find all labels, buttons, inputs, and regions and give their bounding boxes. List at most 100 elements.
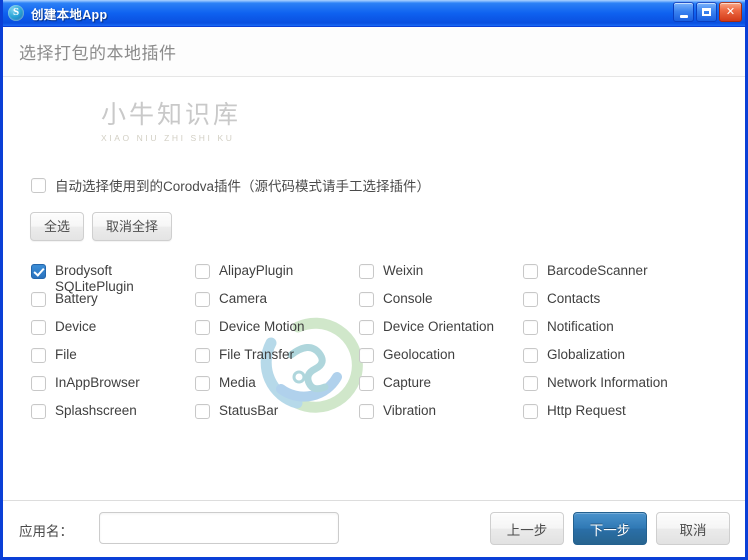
select-all-button[interactable]: 全选	[30, 212, 85, 241]
app-name-input[interactable]	[99, 512, 339, 544]
plugin-label: Weixin	[383, 263, 424, 278]
plugin-checkbox[interactable]	[359, 376, 374, 391]
plugin-item[interactable]: Vibration	[359, 403, 436, 419]
plugin-checkbox[interactable]	[31, 376, 46, 391]
page-title: 选择打包的本地插件	[19, 44, 177, 63]
plugin-checkbox[interactable]	[523, 320, 538, 335]
window-title: 创建本地App	[31, 7, 108, 22]
plugin-checkbox[interactable]	[195, 292, 210, 307]
selection-actions: 全选 取消全择	[30, 212, 173, 241]
plugin-item[interactable]: Device Motion	[195, 319, 305, 335]
plugin-item[interactable]: Splashscreen	[31, 403, 137, 419]
plugin-item[interactable]: Battery	[31, 291, 98, 307]
plugin-checkbox[interactable]	[523, 404, 538, 419]
maximize-icon	[697, 3, 716, 21]
plugin-item[interactable]: Device Orientation	[359, 319, 494, 335]
app-name-label: 应用名：	[19, 524, 73, 539]
plugin-checkbox[interactable]	[523, 376, 538, 391]
plugin-label: Console	[383, 291, 433, 306]
plugin-item[interactable]: AlipayPlugin	[195, 263, 293, 279]
plugin-label: Globalization	[547, 347, 626, 362]
plugin-item[interactable]: Notification	[523, 319, 614, 335]
auto-select-row[interactable]: 自动选择使用到的Corodva插件（源代码模式请手工选择插件）	[31, 175, 430, 195]
plugin-label: Geolocation	[383, 347, 456, 362]
deselect-all-button[interactable]: 取消全择	[92, 212, 173, 241]
plugin-item[interactable]: Device	[31, 319, 96, 335]
plugin-item[interactable]: InAppBrowser	[31, 375, 140, 391]
plugin-item[interactable]: Camera	[195, 291, 267, 307]
plugin-label: Device Orientation	[383, 319, 495, 334]
create-local-app-window: S 创建本地App ✕ 选择打包的本地插件 小牛知识库 XIAO NIU ZHI…	[0, 0, 748, 560]
plugin-label: BarcodeScanner	[547, 263, 648, 278]
previous-step-button[interactable]: 上一步	[490, 512, 564, 545]
plugin-item[interactable]: Http Request	[523, 403, 626, 419]
plugin-checkbox[interactable]	[31, 320, 46, 335]
plugin-label: Network Information	[547, 375, 668, 390]
plugin-label: Notification	[547, 319, 614, 334]
plugin-checkbox[interactable]	[359, 292, 374, 307]
plugin-item[interactable]: Console	[359, 291, 433, 307]
plugin-checkbox[interactable]	[31, 292, 46, 307]
plugin-checkbox[interactable]	[31, 264, 46, 279]
footer-buttons: 上一步 下一步 取消	[490, 512, 730, 545]
plugin-checkbox[interactable]	[359, 348, 374, 363]
plugin-checkbox[interactable]	[31, 348, 46, 363]
plugin-item[interactable]: Globalization	[523, 347, 625, 363]
plugin-item[interactable]: StatusBar	[195, 403, 278, 419]
title-bar: S 创建本地App ✕	[3, 0, 745, 27]
plugin-checkbox[interactable]	[359, 264, 374, 279]
plugin-label: Splashscreen	[55, 403, 137, 418]
auto-select-label: 自动选择使用到的Corodva插件（源代码模式请手工选择插件）	[55, 179, 431, 194]
plugin-selection-body: 小牛知识库 XIAO NIU ZHI SHI KU 自动选择使用到的Corodv…	[3, 77, 745, 500]
plugin-label: Http Request	[547, 403, 626, 418]
plugin-label: File Transfer	[219, 347, 295, 362]
plugin-label: Device	[55, 319, 97, 334]
plugin-label: Media	[219, 375, 256, 390]
next-step-button[interactable]: 下一步	[573, 512, 647, 545]
plugin-label: Contacts	[547, 291, 601, 306]
close-button[interactable]: ✕	[719, 2, 742, 22]
watermark-text: 小牛知识库 XIAO NIU ZHI SHI KU	[101, 95, 241, 143]
minimize-button[interactable]	[673, 2, 694, 22]
watermark-text-en: XIAO NIU ZHI SHI KU	[101, 133, 235, 143]
cancel-button[interactable]: 取消	[656, 512, 730, 545]
minimize-icon	[674, 3, 693, 21]
plugin-label: Vibration	[383, 403, 437, 418]
page-header: 选择打包的本地插件	[3, 27, 745, 77]
plugin-label: StatusBar	[219, 403, 279, 418]
plugin-checkbox[interactable]	[359, 320, 374, 335]
plugin-item[interactable]: Media	[195, 375, 256, 391]
plugin-item[interactable]: Contacts	[523, 291, 600, 307]
plugin-checkbox[interactable]	[195, 320, 210, 335]
plugin-checkbox[interactable]	[523, 264, 538, 279]
plugin-checkbox[interactable]	[195, 376, 210, 391]
plugin-checkbox[interactable]	[523, 292, 538, 307]
plugin-checkbox-grid: Brodysoft SQLitePlugin Battery Device File I…	[3, 263, 745, 463]
plugin-item[interactable]: File Transfer	[195, 347, 294, 363]
plugin-label: Device Motion	[219, 319, 305, 334]
app-logo-icon: S	[8, 5, 24, 21]
plugin-label: Battery	[55, 291, 98, 306]
plugin-label: File	[55, 347, 77, 362]
plugin-checkbox[interactable]	[359, 404, 374, 419]
close-icon: ✕	[725, 5, 736, 18]
plugin-label: AlipayPlugin	[219, 263, 294, 278]
window-controls: ✕	[673, 2, 742, 22]
plugin-item[interactable]: Weixin	[359, 263, 423, 279]
plugin-item[interactable]: Capture	[359, 375, 431, 391]
plugin-label: Camera	[219, 291, 268, 306]
plugin-checkbox[interactable]	[31, 404, 46, 419]
watermark-text-cn: 小牛知识库	[101, 100, 242, 129]
plugin-item[interactable]: File	[31, 347, 77, 363]
plugin-checkbox[interactable]	[195, 348, 210, 363]
plugin-checkbox[interactable]	[195, 404, 210, 419]
plugin-label: InAppBrowser	[55, 375, 140, 390]
maximize-button[interactable]	[696, 2, 717, 22]
plugin-item[interactable]: Geolocation	[359, 347, 455, 363]
plugin-label: Capture	[383, 375, 432, 390]
plugin-item[interactable]: BarcodeScanner	[523, 263, 648, 279]
auto-select-checkbox[interactable]	[31, 178, 46, 193]
plugin-checkbox[interactable]	[195, 264, 210, 279]
plugin-item[interactable]: Network Information	[523, 375, 668, 391]
plugin-checkbox[interactable]	[523, 348, 538, 363]
